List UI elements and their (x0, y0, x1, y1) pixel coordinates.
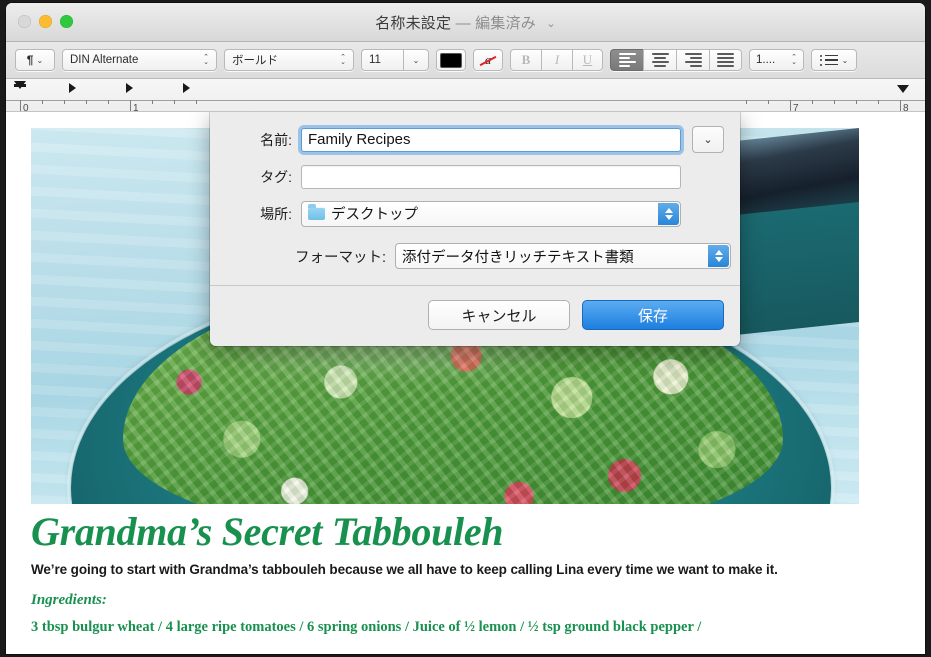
sheet-button-bar: キャンセル 保存 (210, 286, 740, 346)
name-input[interactable]: Family Recipes (301, 127, 681, 152)
document-ruler[interactable]: 0 1 7 8 (6, 79, 925, 112)
align-left-button[interactable] (610, 49, 643, 71)
stepper-icon: ⌃ ⌄ (340, 54, 346, 66)
recipe-heading: Grandma’s Secret Tabbouleh (31, 509, 504, 554)
italic-button[interactable]: I (541, 49, 572, 71)
bulleted-list-icon (819, 54, 838, 66)
align-right-icon (684, 53, 702, 67)
font-size-dropdown-button[interactable]: ⌄ (403, 49, 429, 71)
document-edited-state: 編集済み (475, 15, 536, 32)
ruler-number: 1 (133, 103, 139, 112)
where-row: 場所: デスクトップ (210, 200, 740, 227)
tags-input[interactable] (301, 164, 681, 189)
font-family-select[interactable]: DIN Alternate ⌃ ⌄ (62, 49, 217, 71)
stepper-icon[interactable] (658, 202, 679, 225)
document-title-text: 名称未設定 (375, 15, 452, 32)
window-title: 名称未設定 — 編集済み ⌄ (6, 12, 925, 33)
left-indent-marker[interactable] (14, 81, 26, 89)
format-label: フォーマット: (294, 249, 386, 266)
format-row: フォーマット: 添付データ付きリッチテキスト書類 (210, 243, 740, 269)
font-size-input[interactable]: 11 (361, 49, 403, 71)
where-label: 場所: (260, 205, 292, 222)
tab-stop-marker[interactable] (126, 83, 133, 93)
ruler-number: 7 (793, 103, 799, 112)
text-style-group: B I U (510, 49, 603, 71)
bold-button[interactable]: B (510, 49, 541, 71)
cancel-button[interactable]: キャンセル (428, 300, 570, 330)
name-row: 名前: Family Recipes ⌄ (210, 126, 740, 153)
remove-text-color-button[interactable]: a (473, 49, 503, 71)
align-left-icon (618, 53, 636, 67)
align-center-button[interactable] (643, 49, 676, 71)
chevron-down-icon: ⌄ (36, 55, 44, 65)
chevron-down-icon: ⌄ (841, 55, 849, 65)
font-style-value: ボールド (232, 55, 278, 67)
format-value: 添付データ付きリッチテキスト書類 (402, 249, 634, 266)
save-button[interactable]: 保存 (582, 300, 724, 330)
name-label: 名前: (260, 131, 292, 148)
align-right-button[interactable] (676, 49, 709, 71)
pilcrow-icon: ¶ (26, 53, 34, 67)
where-value: デスクトップ (331, 207, 418, 223)
tags-row: タグ: (210, 163, 740, 190)
folder-icon (308, 204, 325, 220)
ruler-number: 8 (903, 103, 909, 112)
ingredients-list-line: 3 tbsp bulgur wheat / 4 large ripe tomat… (31, 618, 702, 635)
line-spacing-select[interactable]: 1.... ⌃ ⌄ (749, 49, 804, 71)
where-select[interactable]: デスクトップ (301, 200, 681, 227)
color-swatch-icon (440, 52, 462, 68)
stepper-icon: ⌃ ⌄ (203, 54, 209, 66)
line-spacing-value: 1.... (756, 54, 776, 66)
alignment-group (610, 49, 742, 71)
tab-stop-marker[interactable] (69, 83, 76, 93)
format-select[interactable]: 添付データ付きリッチテキスト書類 (395, 243, 731, 269)
paragraph-style-button[interactable]: ¶ ⌄ (15, 49, 55, 71)
font-style-select[interactable]: ボールド ⌃ ⌄ (224, 49, 354, 71)
expand-dialog-button[interactable]: ⌄ (692, 126, 724, 153)
tab-stop-marker[interactable] (183, 83, 190, 93)
align-justify-icon (717, 53, 734, 67)
title-separator: — (455, 15, 471, 32)
chevron-down-icon: ⌄ (412, 55, 420, 65)
chevron-down-icon[interactable]: ⌄ (546, 17, 555, 30)
stepper-icon[interactable] (708, 245, 729, 267)
align-center-icon (651, 53, 669, 67)
ingredients-subheading: Ingredients: (31, 591, 107, 608)
font-family-value: DIN Alternate (70, 54, 139, 66)
chevron-down-icon: ⌄ (703, 134, 713, 146)
save-dialog-sheet: 名前: Family Recipes ⌄ タグ: 場所: デスクトップ フォーマ… (210, 112, 740, 346)
window-titlebar: 名称未設定 — 編集済み ⌄ (6, 3, 925, 42)
recipe-intro-paragraph: We’re going to start with Grandma’s tabb… (31, 562, 778, 577)
document-canvas[interactable]: Grandma’s Secret Tabbouleh We’re going t… (6, 112, 925, 654)
underline-button[interactable]: U (572, 49, 603, 71)
font-size-value: 11 (369, 54, 381, 66)
textedit-window: 名称未設定 — 編集済み ⌄ ¶ ⌄ DIN Alternate ⌃ ⌄ ボールド… (6, 3, 925, 654)
text-color-button[interactable] (436, 49, 466, 71)
list-style-button[interactable]: ⌄ (811, 49, 857, 71)
ruler-number: 0 (23, 103, 29, 112)
right-indent-marker[interactable] (897, 85, 909, 93)
ruler-baseline (6, 100, 925, 101)
align-justify-button[interactable] (709, 49, 742, 71)
tags-label: タグ: (260, 168, 292, 185)
stepper-icon: ⌃ ⌄ (791, 54, 797, 66)
screenshot-root: 名称未設定 — 編集済み ⌄ ¶ ⌄ DIN Alternate ⌃ ⌄ ボールド… (0, 0, 931, 657)
document-text[interactable]: Grandma’s Secret Tabbouleh We’re going t… (31, 510, 865, 636)
format-toolbar: ¶ ⌄ DIN Alternate ⌃⌄ ボールド ⌃⌄ 11 ⌄ a (6, 42, 925, 79)
